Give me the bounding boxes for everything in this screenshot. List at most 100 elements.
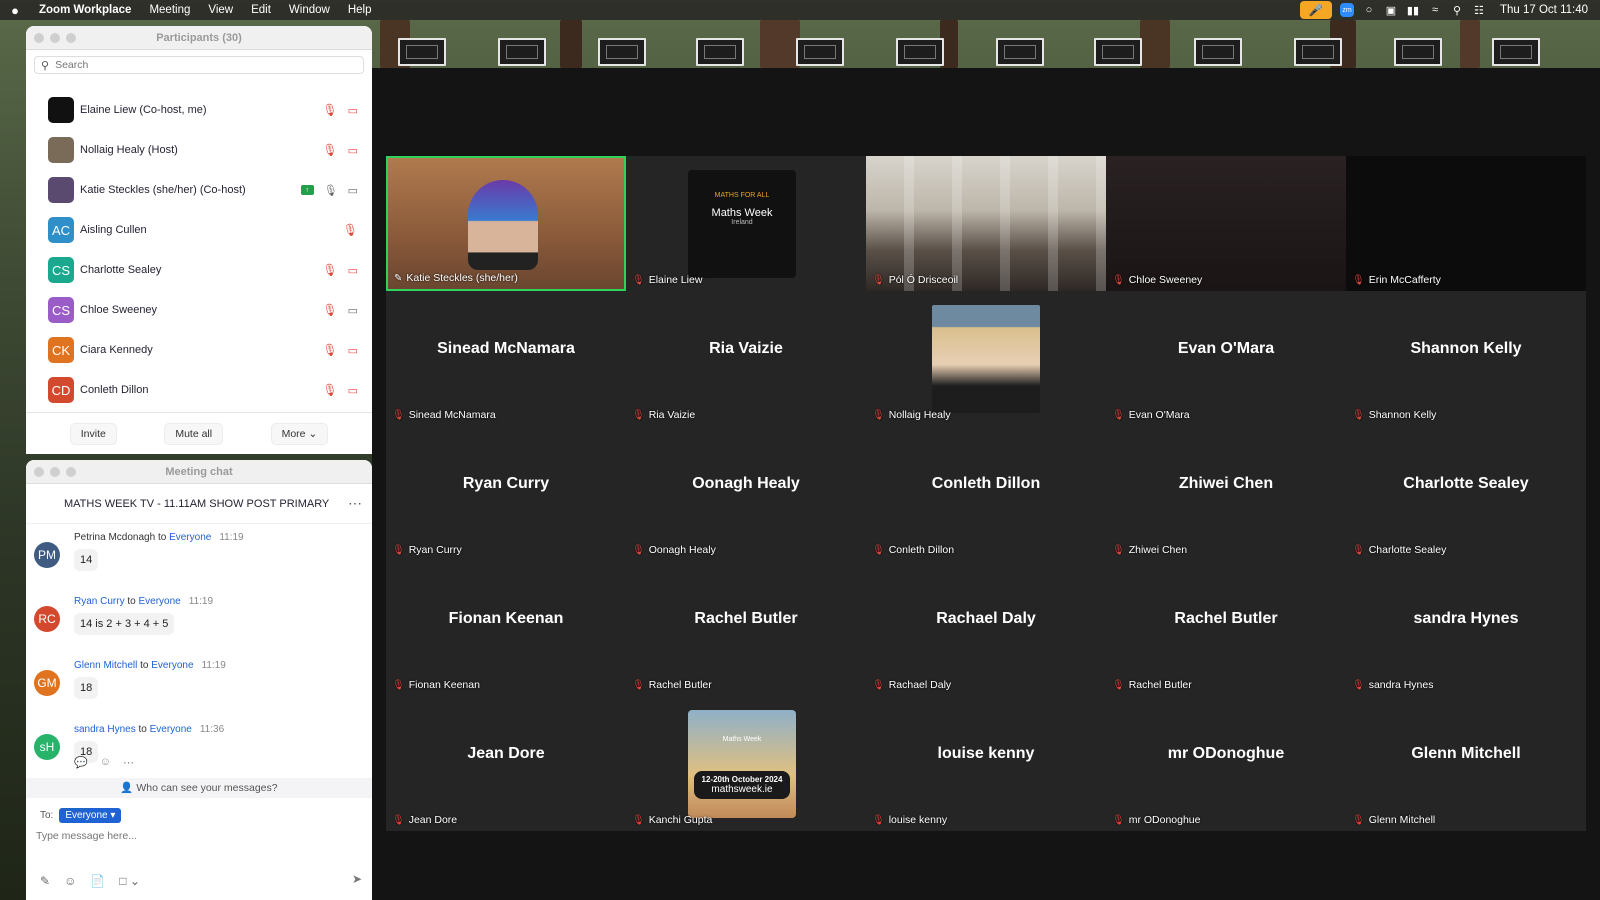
participant-row[interactable]: AC Aisling Cullen 🎙 [26,210,372,250]
close-window-button[interactable] [34,467,44,477]
video-tile[interactable]: Zhiwei Chen 🎙 Zhiwei Chen [1106,426,1346,561]
menu-edit[interactable]: Edit [242,0,280,20]
apple-icon[interactable]: ● [0,3,30,18]
video-tile[interactable]: 🎙 Chloe Sweeney [1106,156,1346,291]
close-window-button[interactable] [34,33,44,43]
video-tile[interactable]: MATHS FOR ALL Maths Week Ireland 🎙 Elaine Li… [626,156,866,291]
message-recipient[interactable]: Everyone [150,724,192,735]
message-sender[interactable]: Petrina Mcdonagh [74,532,155,543]
window-thumbnail[interactable] [1492,38,1540,66]
mute-all-button[interactable]: Mute all [164,422,224,445]
video-tile[interactable]: louise kenny 🎙 louise kenny [866,696,1106,831]
video-tile[interactable]: Rachel Butler 🎙 Rachel Butler [626,561,866,696]
video-tile[interactable]: mr ODonoghue 🎙 mr ODonoghue [1106,696,1346,831]
camera-off-icon[interactable]: ▭ [348,384,358,397]
mic-muted-icon[interactable]: 🎙 [322,103,337,117]
recipient-dropdown[interactable]: Everyone ▾ [59,808,122,823]
menu-clock[interactable]: Thu 17 Oct 11:40 [1490,4,1600,16]
window-thumbnail[interactable] [498,38,546,66]
emoji-reaction-icon[interactable]: ☺ [100,756,111,769]
battery-icon[interactable]: ▮▮ [1402,0,1424,20]
window-thumbnail[interactable] [696,38,744,66]
video-tile[interactable]: Shannon Kelly 🎙 Shannon Kelly [1346,291,1586,426]
camera-off-icon[interactable]: ▭ [348,264,358,277]
participant-row[interactable]: Katie Steckles (she/her) (Co-host) ↑ 🎙 ▭ [26,170,372,210]
participant-row[interactable]: Elaine Liew (Co-host, me) 🎙 ▭ [26,90,372,130]
menu-app-name[interactable]: Zoom Workplace [30,0,140,20]
video-tile[interactable]: sandra Hynes 🎙 sandra Hynes [1346,561,1586,696]
window-thumbnail[interactable] [598,38,646,66]
camera-off-icon[interactable]: ▭ [348,104,358,117]
window-thumbnail[interactable] [796,38,844,66]
message-recipient[interactable]: Everyone [151,660,193,671]
video-tile[interactable]: Maths Week 12-20th October 2024 mathsweek.… [626,696,866,831]
video-tile[interactable]: Ryan Curry 🎙 Ryan Curry [386,426,626,561]
mic-muted-icon[interactable]: 🎙 [322,143,337,157]
video-tile[interactable]: Fionan Keenan 🎙 Fionan Keenan [386,561,626,696]
video-tile[interactable]: Jean Dore 🎙 Jean Dore [386,696,626,831]
window-thumbnail[interactable] [1394,38,1442,66]
message-sender[interactable]: Glenn Mitchell [74,660,137,671]
menu-window[interactable]: Window [280,0,339,20]
minimize-window-button[interactable] [50,467,60,477]
control-center-icon[interactable]: ☷ [1468,0,1490,20]
file-icon[interactable]: 📄 [90,874,105,888]
window-thumbnail[interactable] [1094,38,1142,66]
video-tile[interactable]: Sinead McNamara 🎙 Sinead McNamara [386,291,626,426]
format-icon[interactable]: ✎ [40,874,50,888]
zoom-window-button[interactable] [66,467,76,477]
video-tile[interactable]: 🎙 Nollaig Healy [866,291,1106,426]
mic-active-icon[interactable]: 🎤 [1299,1,1332,19]
creative-cloud-icon[interactable]: ○ [1358,0,1380,20]
display-icon[interactable]: ▣ [1380,0,1402,20]
message-sender[interactable]: sandra Hynes [74,724,136,735]
camera-off-icon[interactable]: ▭ [348,344,358,357]
mic-icon[interactable]: 🎙 [324,184,338,197]
window-thumbnail[interactable] [996,38,1044,66]
video-tile[interactable]: Charlotte Sealey 🎙 Charlotte Sealey [1346,426,1586,561]
video-tile[interactable]: 🎙 Pól Ó Drisceoil [866,156,1106,291]
mic-muted-icon[interactable]: 🎙 [322,303,337,317]
video-tile[interactable]: Ria Vaizie 🎙 Ria Vaizie [626,291,866,426]
minimize-window-button[interactable] [50,33,60,43]
camera-off-icon[interactable]: ▭ [348,144,358,157]
menu-view[interactable]: View [199,0,242,20]
menu-meeting[interactable]: Meeting [140,0,199,20]
participant-row[interactable]: CS Chloe Sweeney 🎙 ▭ [26,290,372,330]
message-sender[interactable]: Ryan Curry [74,596,125,607]
video-tile[interactable]: Glenn Mitchell 🎙 Glenn Mitchell [1346,696,1586,831]
video-tile[interactable]: Oonagh Healy 🎙 Oonagh Healy [626,426,866,561]
camera-icon[interactable]: ▭ [348,184,358,197]
video-tile[interactable]: Rachael Daly 🎙 Rachael Daly [866,561,1106,696]
more-options-icon[interactable]: ⋯ [348,495,362,512]
invite-button[interactable]: Invite [69,422,117,445]
window-thumbnail[interactable] [1294,38,1342,66]
video-tile[interactable]: Evan O'Mara 🎙 Evan O'Mara [1106,291,1346,426]
video-tile[interactable]: ✎ Katie Steckles (she/her) [386,156,626,291]
screenshot-icon[interactable]: □ ⌄ [119,874,140,888]
participant-row[interactable]: CK Ciara Kennedy 🎙 ▭ [26,330,372,370]
participant-row[interactable]: Nollaig Healy (Host) 🎙 ▭ [26,130,372,170]
zoom-app-icon[interactable]: zm [1336,0,1358,20]
window-thumbnail[interactable] [896,38,944,66]
spotlight-search-icon[interactable]: ⚲ [1446,0,1468,20]
participant-list[interactable]: Elaine Liew (Co-host, me) 🎙 ▭ Nollaig Healy… [26,90,372,412]
camera-icon[interactable]: ▭ [348,304,358,317]
more-icon[interactable]: ⋯ [123,756,134,769]
participant-row[interactable]: CS Charlotte Sealey 🎙 ▭ [26,250,372,290]
video-tile[interactable]: Rachel Butler 🎙 Rachel Butler [1106,561,1346,696]
window-thumbnail[interactable] [398,38,446,66]
participant-row[interactable]: CD Conleth Dillon 🎙 ▭ [26,370,372,410]
video-tile[interactable]: Conleth Dillon 🎙 Conleth Dillon [866,426,1106,561]
zoom-window-button[interactable] [66,33,76,43]
reply-icon[interactable]: 💬 [74,756,88,769]
message-recipient[interactable]: Everyone [169,532,211,543]
video-tile[interactable]: 🎙 Erin McCafferty [1346,156,1586,291]
participant-search-input[interactable] [55,59,336,71]
wifi-icon[interactable]: ≈ [1424,0,1446,20]
chat-message-input[interactable] [36,830,356,842]
mic-muted-icon[interactable]: 🎙 [322,263,337,277]
mic-muted-icon[interactable]: 🎙 [343,223,358,237]
more-button[interactable]: More ⌄ [270,422,329,445]
mic-muted-icon[interactable]: 🎙 [322,343,337,357]
